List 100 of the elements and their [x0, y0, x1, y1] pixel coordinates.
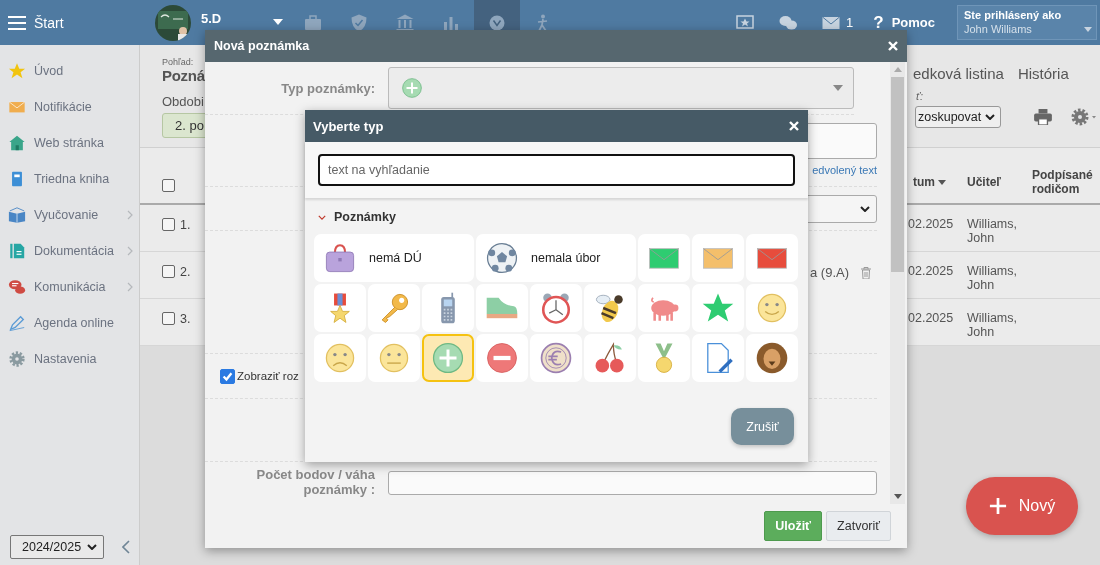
- year-select[interactable]: 2024/2025: [10, 535, 104, 559]
- plus-icon: [431, 341, 465, 375]
- tab[interactable]: História: [1017, 65, 1069, 82]
- chevron-icon[interactable]: [87, 544, 97, 550]
- help-mark[interactable]: ?: [873, 12, 884, 33]
- star-icon: [8, 62, 26, 80]
- scroll-up-icon[interactable]: [893, 67, 902, 72]
- lion-icon: [755, 341, 789, 375]
- smiley-icon: [755, 291, 789, 325]
- sidebar-item[interactable]: Triedna kniha: [0, 161, 139, 197]
- cancel-button[interactable]: Zrušiť: [731, 408, 794, 445]
- sidebar-item[interactable]: Dokumentácia: [0, 233, 139, 269]
- sidebar-item[interactable]: Komunikácia: [0, 269, 139, 305]
- note-type-tile[interactable]: [584, 334, 636, 382]
- teacher-cell-text: Williams, John: [967, 217, 1018, 245]
- note-type-tile[interactable]: [476, 284, 528, 332]
- search-field[interactable]: text na vyhľadanie: [318, 154, 795, 186]
- new-button[interactable]: Nový: [966, 477, 1078, 535]
- view-caption: Pohľad:: [162, 57, 194, 67]
- section-title[interactable]: Poznámky: [334, 210, 396, 224]
- bank-icon: [395, 12, 415, 33]
- user-menu[interactable]: Ste prihlásený ako John Williams: [957, 5, 1097, 40]
- teacher-cell-text: Williams, John: [967, 311, 1018, 339]
- sidebar-item[interactable]: Notifikácie: [0, 89, 139, 125]
- note-type-tile[interactable]: [584, 284, 636, 332]
- close-button[interactable]: Zatvoriť: [826, 511, 891, 541]
- scrollbar[interactable]: [890, 62, 905, 504]
- note-type-tile[interactable]: [368, 334, 420, 382]
- note-type-tile[interactable]: [314, 334, 366, 382]
- help-link[interactable]: Pomoc: [891, 15, 935, 30]
- sidebar-item[interactable]: Vyučovanie: [0, 197, 139, 233]
- select-all-checkbox[interactable]: [162, 179, 175, 192]
- note-type-tile[interactable]: [314, 284, 366, 332]
- collapse-icon[interactable]: [122, 540, 130, 554]
- row-number: 2.: [180, 265, 191, 279]
- checkbox-label: Zobraziť roz: [237, 370, 299, 382]
- settings-icon[interactable]: [1070, 107, 1096, 127]
- sidebar-item[interactable]: Agenda online: [0, 305, 139, 341]
- caret-icon[interactable]: [1084, 27, 1092, 32]
- trash-icon[interactable]: [861, 266, 871, 279]
- note-type-tile[interactable]: [692, 334, 744, 382]
- plus-icon: [988, 497, 1007, 515]
- page-title: Pozná: [162, 67, 205, 84]
- note-type-tile[interactable]: [746, 334, 798, 382]
- sidebar-item[interactable]: Web stránka: [0, 125, 139, 161]
- close-icon[interactable]: [789, 121, 799, 131]
- note-type-tile[interactable]: [746, 234, 798, 282]
- note-type-tile[interactable]: [530, 284, 582, 332]
- settings-icon: [8, 350, 26, 368]
- note-type-tile[interactable]: nemala úbor: [476, 234, 636, 282]
- menu-icon[interactable]: [8, 15, 26, 30]
- column-header[interactable]: Podpísané rodičom: [1032, 168, 1096, 196]
- note-type-tile[interactable]: [368, 284, 420, 332]
- class-name[interactable]: 5.D: [201, 11, 222, 26]
- document-icon: [8, 242, 26, 260]
- column-header[interactable]: Učiteľ: [967, 175, 1001, 189]
- note-type-tile[interactable]: [530, 334, 582, 382]
- column-header[interactable]: tum: [913, 175, 935, 189]
- points-field[interactable]: [388, 471, 877, 495]
- handbag-icon: [323, 241, 357, 275]
- note-type-tile[interactable]: [422, 284, 474, 332]
- period-label: Obdobi: [162, 94, 204, 109]
- row-number: 1.: [180, 218, 191, 232]
- note-type-tile[interactable]: [638, 284, 690, 332]
- checkbox[interactable]: [220, 368, 235, 384]
- scroll-down-icon[interactable]: [893, 494, 902, 499]
- chevron-icon[interactable]: [985, 114, 995, 120]
- note-type-tile[interactable]: [422, 334, 474, 382]
- row-number: 3.: [180, 312, 191, 326]
- tab[interactable]: edková listina: [913, 65, 1004, 82]
- chevron-icon: [860, 205, 870, 212]
- note-type-tile[interactable]: [476, 334, 528, 382]
- date-cell: 02.2025: [908, 217, 954, 231]
- note-type-tile[interactable]: nemá DÚ: [314, 234, 474, 282]
- row-checkbox[interactable]: [162, 218, 175, 231]
- shield-icon: [349, 12, 369, 33]
- sidebar-item[interactable]: Úvod: [0, 53, 139, 89]
- note-type-tile[interactable]: [746, 284, 798, 332]
- caret-icon[interactable]: [833, 85, 843, 91]
- row-checkbox[interactable]: [162, 312, 175, 325]
- print-icon[interactable]: [1034, 109, 1052, 125]
- note-type-tile[interactable]: [692, 234, 744, 282]
- type-select[interactable]: [388, 67, 854, 109]
- note-type-tile[interactable]: [638, 234, 690, 282]
- group-select[interactable]: zoskupovat: [915, 106, 1001, 128]
- pen-icon: [8, 314, 26, 332]
- briefcase-icon: [303, 12, 323, 33]
- date-cell: 02.2025: [908, 311, 954, 325]
- note-type-tile[interactable]: [692, 284, 744, 332]
- close-icon[interactable]: [888, 41, 898, 51]
- teacher-cell-text: Williams, John: [967, 264, 1018, 292]
- caret-icon[interactable]: [273, 19, 284, 25]
- period-button[interactable]: 2. po: [162, 113, 206, 138]
- note-type-tile[interactable]: [638, 334, 690, 382]
- student-name: a (9.A): [810, 265, 849, 280]
- sidebar-item[interactable]: Nastavenia: [0, 341, 139, 377]
- start-menu-label[interactable]: Štart: [34, 14, 64, 31]
- row-checkbox[interactable]: [162, 265, 175, 278]
- default-text-link[interactable]: edvolený text: [812, 164, 877, 176]
- save-button[interactable]: Uložiť: [764, 511, 823, 541]
